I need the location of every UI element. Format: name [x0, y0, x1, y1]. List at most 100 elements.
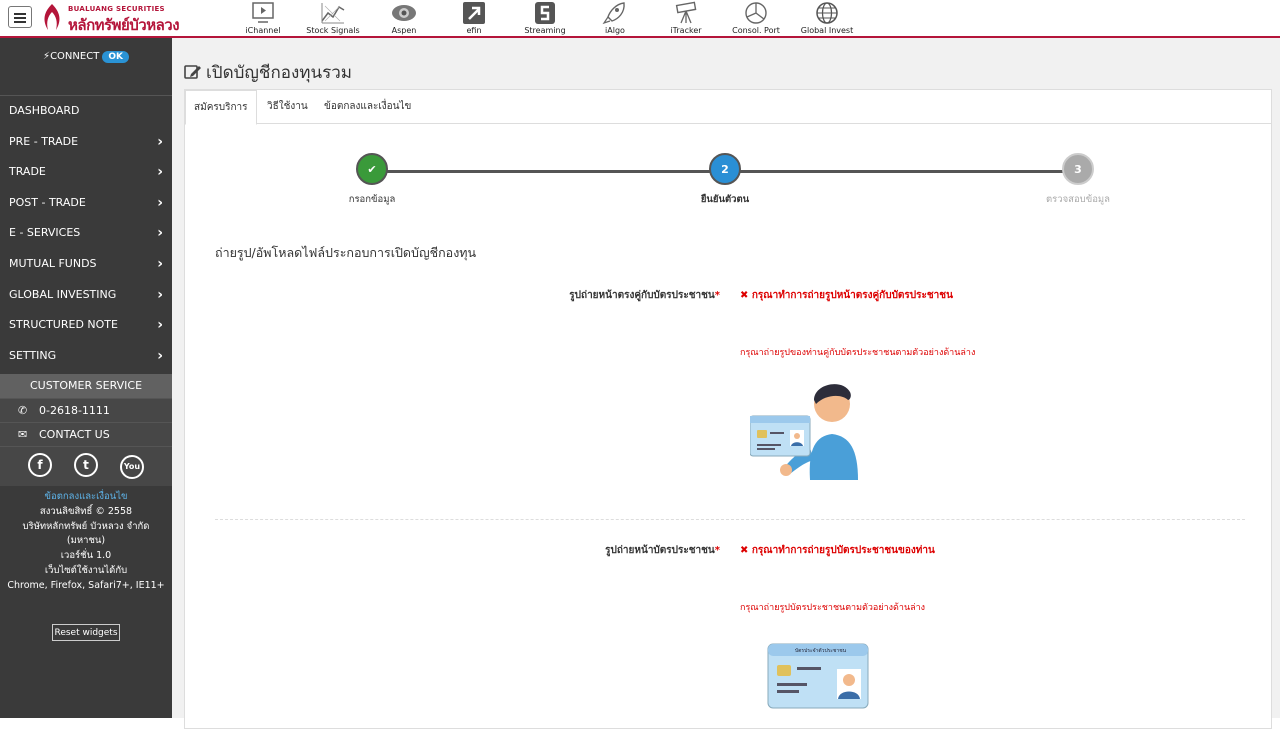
- connect-label: CONNECT: [50, 51, 100, 62]
- error-selfie-with-id: ✖ กรุณาทำการถ่ายรูปหน้าตรงคู่กับบัตรประช…: [740, 288, 953, 303]
- app-aspen[interactable]: Aspen: [369, 0, 439, 36]
- field-label-selfie-with-id: รูปถ่ายหน้าตรงคู่กับบัตรประชาชน*: [360, 288, 720, 303]
- error-text: กรุณาทำการถ่ายรูปบัตรประชาชนของท่าน: [751, 545, 935, 556]
- twitter-icon[interactable]: t: [74, 453, 98, 478]
- app-label: efin: [466, 26, 482, 35]
- reset-widgets-button[interactable]: Reset widgets: [52, 624, 120, 642]
- globe-icon: [816, 2, 838, 24]
- app-label: Global Invest: [800, 26, 854, 35]
- logo-title: หลักทรัพย์บัวหลวง: [68, 16, 180, 34]
- sidebar-item-label: MUTUAL FUNDS: [9, 256, 97, 270]
- app-ialgo[interactable]: iAlgo: [580, 0, 650, 36]
- efin-arrow-icon: [463, 2, 485, 24]
- sidebar-nav: DASHBOARD PRE - TRADE › TRADE › POST - TRA…: [0, 96, 172, 371]
- step-1-label: กรอกข้อมูล: [348, 194, 396, 205]
- phone-number: 0-2618-1111: [39, 404, 110, 418]
- error-text: กรุณาทำการถ่ายรูปหน้าตรงคู่กับบัตรประชาช…: [751, 290, 953, 301]
- app-label: Aspen: [391, 26, 417, 35]
- field-label-id-card-front: รูปถ่ายหน้าบัตรประชาชน*: [360, 543, 720, 558]
- sidebar-item-e-services[interactable]: E - SERVICES ›: [0, 218, 172, 249]
- chevron-right-icon: ›: [157, 164, 163, 181]
- phone-icon: ✆: [18, 404, 28, 418]
- tab-terms[interactable]: ข้อตกลงและเงื่อนไข: [316, 90, 419, 124]
- app-stock-signals[interactable]: Stock Signals: [298, 0, 368, 36]
- app-label: Stock Signals: [306, 26, 360, 35]
- error-x-icon: ✖: [740, 545, 752, 556]
- youtube-icon[interactable]: You: [120, 455, 144, 480]
- company-suffix: (มหาชน): [66, 535, 106, 547]
- required-marker: *: [714, 290, 720, 301]
- sidebar: ⚡CONNECT OK DASHBOARD PRE - TRADE › TRADE ›…: [0, 38, 172, 718]
- app-label: iTracker: [670, 26, 702, 35]
- id-card-header: บัตรประจำตัวประชาชน: [795, 648, 847, 654]
- page-title: เปิดบัญชีกองทุนรวม: [184, 59, 352, 86]
- sidebar-item-label: TRADE: [9, 165, 46, 179]
- play-screen-icon: [252, 2, 274, 23]
- aspen-eye-icon: [392, 5, 416, 21]
- pie-chart-icon: [745, 2, 767, 24]
- chart-signal-icon: [321, 3, 345, 24]
- app-label: Streaming: [524, 26, 566, 35]
- app-efin[interactable]: efin: [439, 0, 509, 36]
- sidebar-item-mutual-funds[interactable]: MUTUAL FUNDS ›: [0, 249, 172, 280]
- tab-register[interactable]: สมัครบริการ: [185, 90, 257, 125]
- browser-label: เว็บไซต์ใช้งานได้กับ: [44, 564, 128, 576]
- company-name: บริษัทหลักทรัพย์ บัวหลวง จำกัด: [22, 520, 150, 532]
- chevron-right-icon: ›: [157, 317, 163, 334]
- step-3-pending: 3: [1062, 153, 1094, 185]
- sidebar-item-global-investing[interactable]: GLOBAL INVESTING ›: [0, 280, 172, 311]
- page-title-text: เปิดบัญชีกองทุนรวม: [206, 63, 352, 83]
- progress-steps: ✔ กรอกข้อมูล 2 ยืนยันตัวตน 3 ตรวจสอบข้อม…: [185, 153, 1273, 213]
- tab-bar: สมัครบริการ วิธีใช้งาน ข้อตกลงและเงื่อนไ…: [185, 90, 1271, 125]
- sidebar-item-post-trade[interactable]: POST - TRADE ›: [0, 188, 172, 219]
- app-global-invest[interactable]: Global Invest: [792, 0, 862, 36]
- customer-service-heading: CUSTOMER SERVICE: [0, 374, 172, 399]
- app-streaming[interactable]: Streaming: [510, 0, 580, 36]
- copyright-text: สงวนลิขสิทธิ์ © 2558: [39, 506, 133, 518]
- tab-how-to-use[interactable]: วิธีใช้งาน: [259, 90, 316, 124]
- main-content: เปิดบัญชีกองทุนรวม สมัครบริการ วิธีใช้งา…: [172, 38, 1280, 729]
- sidebar-item-label: STRUCTURED NOTE: [9, 318, 118, 332]
- sidebar-item-label: POST - TRADE: [9, 195, 86, 209]
- bualuang-logo[interactable]: BUALUANG SECURITIES หลักทรัพย์บัวหลวง: [40, 2, 200, 34]
- hint-id-card-front: กรุณาถ่ายรูปบัตรประชาชนตามตัวอย่างด้านล่…: [740, 603, 926, 613]
- chevron-right-icon: ›: [157, 133, 163, 150]
- chevron-right-icon: ›: [157, 225, 163, 242]
- terms-link[interactable]: ข้อตกลงและเงื่อนไข: [0, 490, 172, 505]
- connect-status[interactable]: ⚡CONNECT OK: [0, 38, 172, 96]
- field-label-text: รูปถ่ายหน้าตรงคู่กับบัตรประชาชน: [569, 290, 715, 301]
- sidebar-item-dashboard[interactable]: DASHBOARD: [0, 96, 172, 127]
- chevron-right-icon: ›: [157, 286, 163, 303]
- error-x-icon: ✖: [740, 290, 752, 301]
- lotus-logo-icon: [44, 4, 60, 30]
- streaming-s-icon: [535, 2, 555, 24]
- rocket-icon: [602, 2, 625, 25]
- app-itracker[interactable]: iTracker: [651, 0, 721, 36]
- chevron-right-icon: ›: [157, 194, 163, 211]
- app-consol-port[interactable]: Consol. Port: [721, 0, 791, 36]
- app-ichannel[interactable]: iChannel: [228, 0, 298, 36]
- sidebar-item-pre-trade[interactable]: PRE - TRADE ›: [0, 127, 172, 158]
- sidebar-item-structured-note[interactable]: STRUCTURED NOTE ›: [0, 310, 172, 341]
- contact-us-link[interactable]: ✉ CONTACT US: [0, 422, 172, 447]
- error-id-card-front: ✖ กรุณาทำการถ่ายรูปบัตรประชาชนของท่าน: [740, 543, 935, 558]
- app-label: iAlgo: [605, 26, 625, 35]
- app-label: iChannel: [245, 26, 281, 35]
- sidebar-item-label: DASHBOARD: [9, 104, 80, 117]
- menu-toggle-button[interactable]: [8, 6, 32, 28]
- envelope-icon: ✉: [18, 428, 28, 442]
- step-3-label: ตรวจสอบข้อมูล: [1046, 194, 1110, 205]
- phone-link[interactable]: ✆ 0-2618-1111: [0, 398, 172, 423]
- sidebar-item-trade[interactable]: TRADE ›: [0, 157, 172, 188]
- step-2-label: ยืนยันตัวตน: [700, 194, 750, 205]
- form-panel: สมัครบริการ วิธีใช้งาน ข้อตกลงและเงื่อนไ…: [184, 89, 1272, 729]
- sidebar-item-label: GLOBAL INVESTING: [9, 287, 117, 301]
- sidebar-item-label: E - SERVICES: [9, 226, 81, 240]
- facebook-icon[interactable]: f: [28, 453, 52, 478]
- app-label: Consol. Port: [732, 26, 780, 35]
- id-card-illustration[interactable]: บัตรประจำตัวประชาชน: [767, 643, 869, 709]
- person-holding-id-illustration[interactable]: [750, 378, 880, 480]
- sidebar-item-setting[interactable]: SETTING ›: [0, 341, 172, 372]
- hint-selfie-with-id: กรุณาถ่ายรูปของท่านคู่กับบัตรประชาชนตามต…: [740, 348, 976, 358]
- chevron-right-icon: ›: [157, 255, 163, 272]
